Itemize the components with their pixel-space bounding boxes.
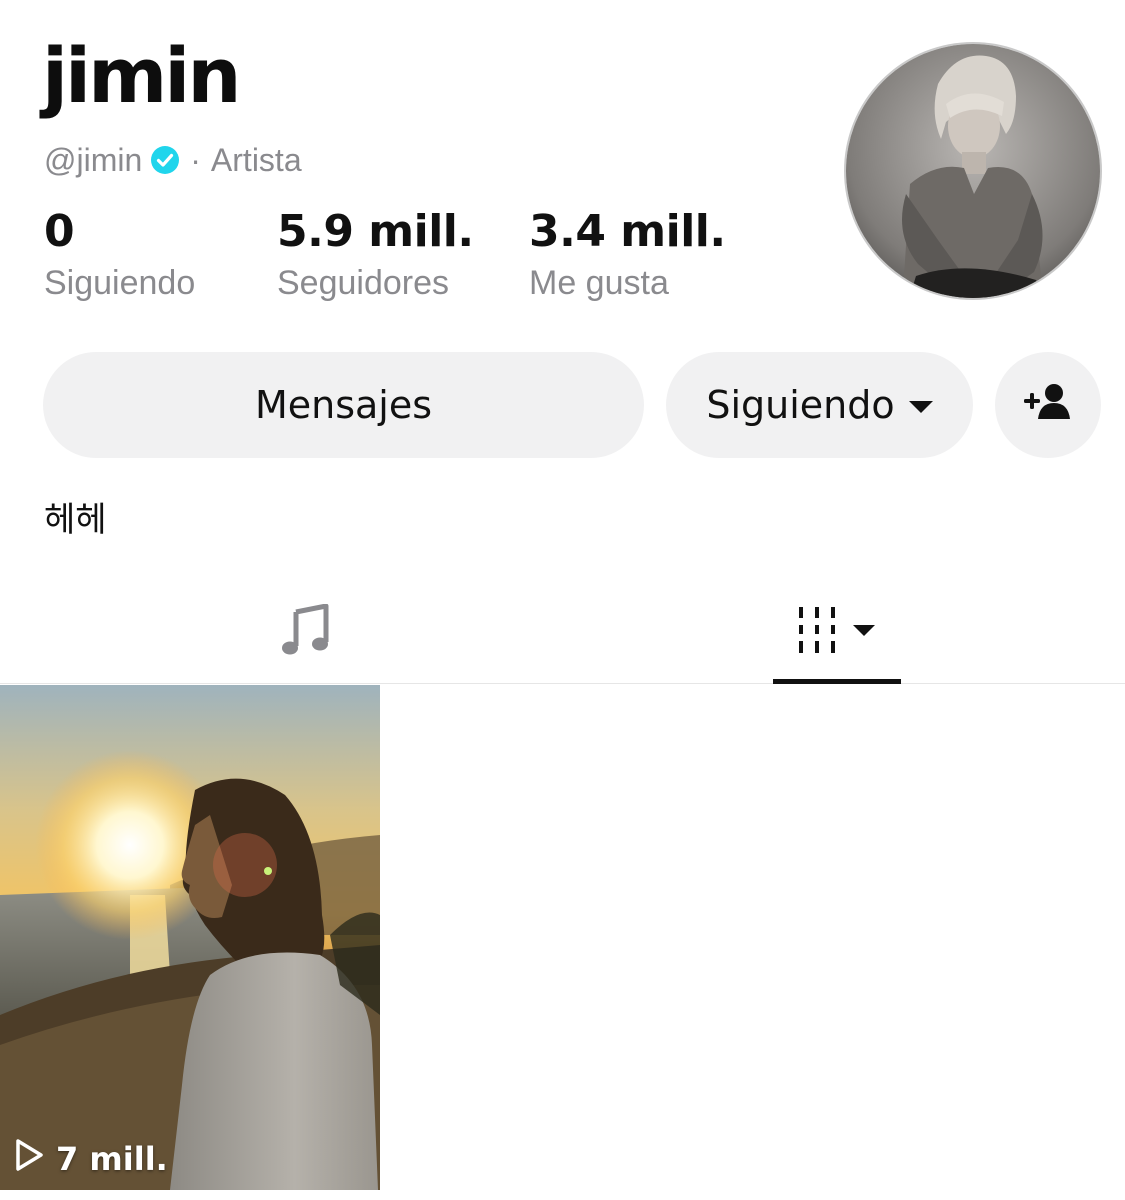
stat-following[interactable]: 0 Siguiendo — [44, 206, 196, 302]
music-note-icon — [280, 603, 330, 661]
stat-likes-value: 3.4 mill. — [529, 206, 726, 257]
messages-button[interactable]: Mensajes — [43, 352, 644, 458]
following-button-label: Siguiendo — [706, 383, 895, 427]
video-grid-icon — [795, 605, 879, 660]
avatar[interactable] — [844, 42, 1102, 300]
profile-category: Artista — [210, 141, 302, 178]
profile-handle: @jimin — [44, 141, 143, 178]
stat-likes[interactable]: 3.4 mill. Me gusta — [529, 206, 726, 302]
handle-row: @jimin · Artista — [44, 140, 302, 180]
play-outline-icon — [14, 1138, 44, 1180]
tab-videos[interactable] — [773, 580, 901, 684]
caret-down-icon — [908, 401, 933, 413]
stat-followers-value: 5.9 mill. — [277, 206, 474, 257]
video-view-count: 7 mill. — [14, 1138, 168, 1180]
verified-badge-icon — [150, 145, 180, 175]
video-thumbnail-image — [0, 685, 380, 1190]
profile-display-name: jimin — [42, 31, 241, 120]
following-dropdown-button[interactable]: Siguiendo — [666, 352, 973, 458]
add-person-icon — [1022, 381, 1074, 430]
tab-music[interactable] — [250, 580, 360, 684]
profile-bio: 헤헤 — [44, 500, 107, 540]
video-views-label: 7 mill. — [56, 1140, 168, 1178]
stat-followers[interactable]: 5.9 mill. Seguidores — [277, 206, 474, 302]
stat-following-value: 0 — [44, 206, 75, 257]
separator-dot: · — [190, 141, 201, 178]
stat-likes-label: Me gusta — [529, 264, 669, 302]
stat-following-label: Siguiendo — [44, 264, 196, 302]
add-friend-button[interactable] — [995, 352, 1101, 458]
active-tab-indicator — [773, 679, 901, 684]
profile-stats: 0 Siguiendo 5.9 mill. Seguidores 3.4 mil… — [0, 210, 780, 310]
avatar-photo — [846, 44, 1100, 298]
content-tab-bar — [0, 580, 1125, 684]
video-thumbnail[interactable]: 7 mill. — [0, 685, 380, 1190]
stat-followers-label: Seguidores — [277, 264, 450, 302]
